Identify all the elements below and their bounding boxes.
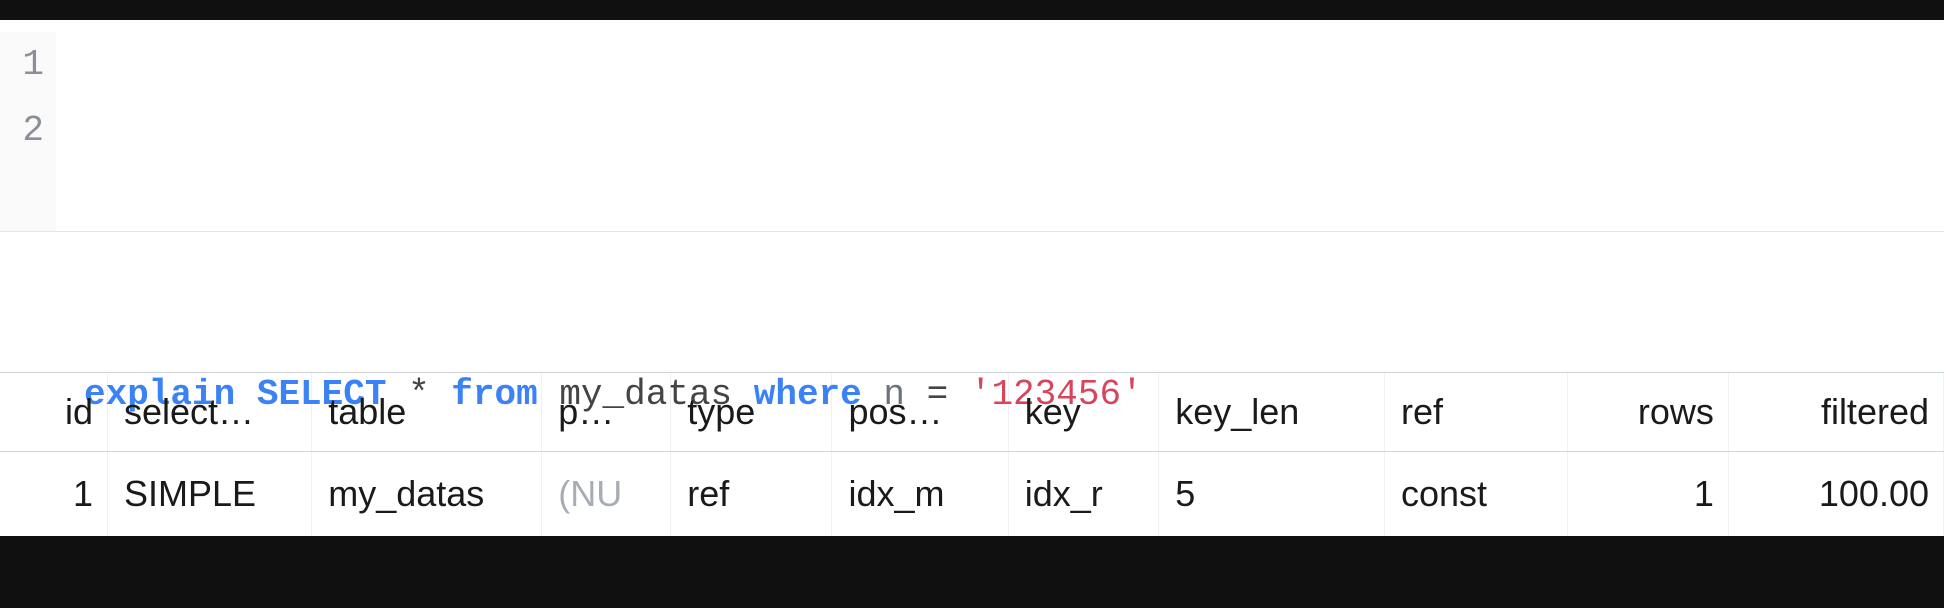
line-number: 1	[0, 32, 44, 98]
line-gutter: 1 2	[0, 32, 56, 231]
token-star: *	[408, 374, 430, 415]
keyword-from: from	[451, 374, 537, 415]
letterbox-top	[0, 0, 1944, 20]
keyword-where: where	[754, 374, 862, 415]
sql-editor[interactable]: 1 2 explain SELECT * from my_datas where…	[0, 20, 1944, 232]
line-number: 2	[0, 98, 44, 164]
code-area[interactable]: explain SELECT * from my_datas where n =…	[56, 32, 1944, 231]
code-line	[84, 164, 1944, 230]
